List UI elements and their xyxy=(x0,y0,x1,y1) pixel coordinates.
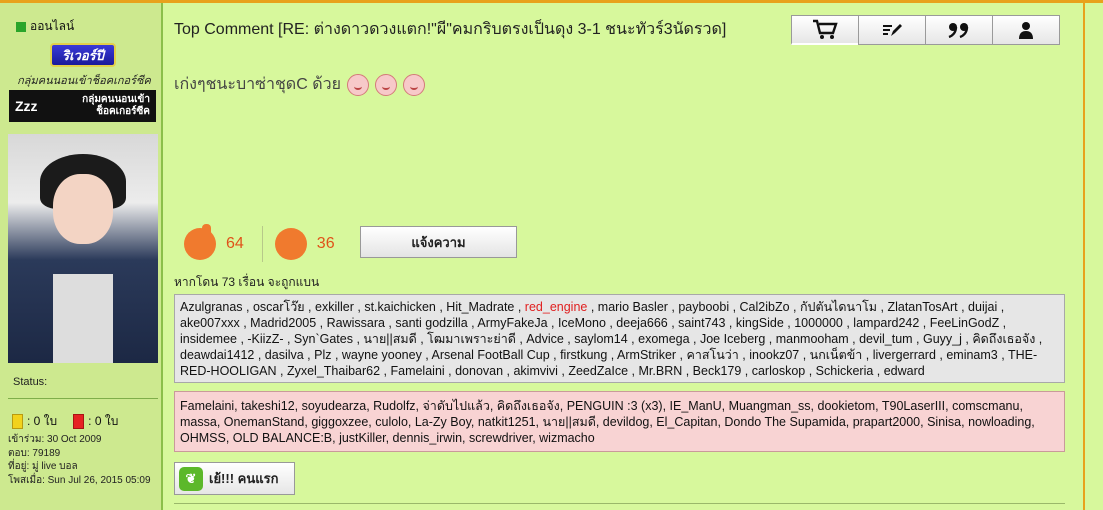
post-body: เก่งๆชนะบาซ่าชุดC ด้วย xyxy=(174,72,425,97)
top-border xyxy=(0,0,1103,3)
sidebar-divider xyxy=(8,398,158,399)
club-banner-line-1: กลุ่มคนนอนเข้า xyxy=(82,94,150,105)
report-button[interactable]: แจ้งความ xyxy=(360,226,517,258)
first-button-label: เย้!!! คนแรก xyxy=(209,471,279,486)
post-body-text: เก่งๆชนะบาซ่าชุดC ด้วย xyxy=(174,76,341,93)
leaf-icon: ❦ xyxy=(179,466,203,491)
bottom-divider xyxy=(174,503,1065,504)
user-meta: เข้าร่วม: 30 Oct 2009 ตอบ: 79189 ที่อยู่… xyxy=(8,433,151,487)
online-status: ออนไลน์ xyxy=(16,17,74,36)
cart-icon xyxy=(813,19,838,39)
red-card-icon xyxy=(73,414,85,429)
club-banner-line-2: ช็อคเกอร์ซีค xyxy=(96,106,150,117)
rank-badge: ริเวอร์ปี xyxy=(50,43,116,67)
user-icon xyxy=(1019,22,1033,39)
first-button[interactable]: ❦ เย้!!! คนแรก xyxy=(174,462,295,495)
zzz-icon: Zzz xyxy=(15,98,38,114)
status-label: Status: xyxy=(13,376,48,388)
red-card-count: : 0 ใบ xyxy=(88,414,119,428)
user-location: ที่อยู่: มู่ live บอล xyxy=(8,461,78,472)
laugh-emoticon-icon xyxy=(402,73,425,96)
right-border xyxy=(1083,3,1085,510)
club-text: กลุ่มคนนอนเข้าช็อคเกอร์ซีค xyxy=(17,75,151,87)
user-sidebar: ออนไลน์ ริเวอร์ปี กลุ่มคนนอนเข้าช็อคเกอร… xyxy=(0,3,163,510)
post-title: Top Comment [RE: ต่างดาวดวงแตก!"ผี"คมกริ… xyxy=(174,21,727,38)
liker-names: Azulgranas , oscarโว๊ย , exkiller , st.k… xyxy=(180,300,525,314)
liker-list: Azulgranas , oscarโว๊ย , exkiller , st.k… xyxy=(174,294,1065,383)
avatar-shirt xyxy=(53,274,113,363)
profile-button[interactable] xyxy=(992,15,1060,45)
cart-button[interactable] xyxy=(791,15,859,45)
liker-highlight[interactable]: red_engine xyxy=(525,300,588,314)
answer-count: ตอบ: 79189 xyxy=(8,447,61,459)
vote-bar: 64 36 xyxy=(184,224,335,262)
vote-divider xyxy=(261,226,263,262)
club-banner-text: กลุ่มคนนอนเข้า ช็อคเกอร์ซีค xyxy=(44,94,150,118)
laugh-emoticon-icon xyxy=(346,73,369,96)
joined-date: เข้าร่วม: 30 Oct 2009 xyxy=(8,434,102,445)
thumbs-up-icon[interactable] xyxy=(184,224,216,260)
cards-count: : 0 ใบ : 0 ใบ xyxy=(12,412,118,431)
quote-icon xyxy=(948,23,969,38)
edit-button[interactable] xyxy=(858,15,926,45)
avatar[interactable] xyxy=(8,134,158,363)
club-banner[interactable]: Zzz กลุ่มคนนอนเข้า ช็อคเกอร์ซีค xyxy=(9,90,156,122)
online-dot-icon xyxy=(16,21,26,32)
post-time: โพสเมื่อ: Sun Jul 26, 2015 05:09 xyxy=(8,474,151,486)
post-toolbar xyxy=(791,15,1060,45)
yellow-card-icon xyxy=(12,414,23,429)
avatar-face xyxy=(53,174,113,244)
thumbs-down-icon[interactable] xyxy=(274,228,307,260)
disliker-list: Famelaini, takeshi12, soyudearza, Rudolf… xyxy=(174,391,1065,452)
edit-icon xyxy=(883,24,902,36)
yellow-card-count: : 0 ใบ xyxy=(27,414,58,428)
liker-count: หากโดน 73 เรื่อน จะถูกแบน xyxy=(174,275,320,289)
downvote-count: 36 xyxy=(316,235,335,252)
laugh-emoticon-icon xyxy=(374,73,397,96)
upvote-count: 64 xyxy=(226,235,244,252)
online-label: ออนไลน์ xyxy=(30,19,75,33)
quote-button[interactable] xyxy=(925,15,993,45)
